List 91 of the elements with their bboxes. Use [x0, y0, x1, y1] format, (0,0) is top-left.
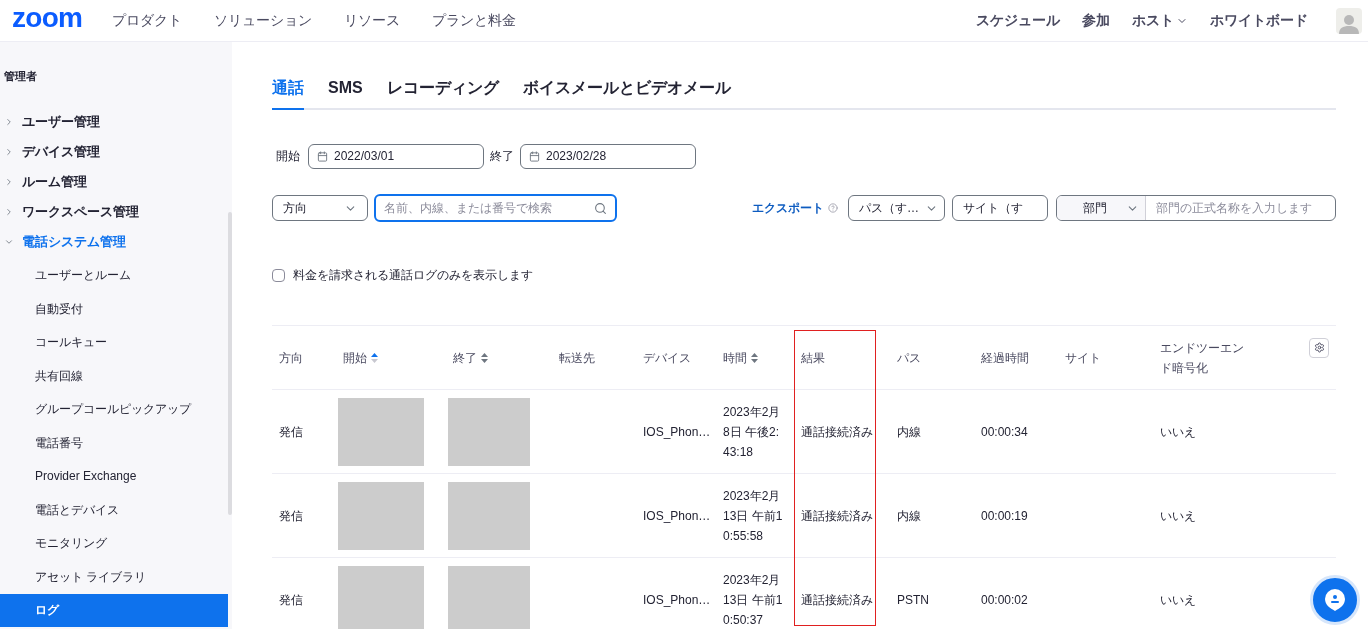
calendar-icon: [529, 150, 540, 162]
tab[interactable]: ボイスメールとビデオメール: [522, 76, 731, 110]
column-header: 経過時間: [980, 349, 1030, 367]
sidebar-title: 管理者: [3, 69, 38, 84]
chevron-icon: [4, 146, 14, 157]
chevron-icon: [4, 176, 14, 187]
column-header: デバイス: [642, 349, 692, 367]
table-cell-text: 2023年2月13日 午前10:50:37: [723, 571, 783, 629]
sidebar-subitem[interactable]: 電話とデバイス: [0, 493, 228, 527]
sidebar-subitem[interactable]: ユーザーとルーム: [0, 258, 228, 292]
tab[interactable]: SMS: [328, 76, 363, 110]
checkbox[interactable]: [272, 268, 285, 282]
settings-button[interactable]: [1309, 337, 1329, 358]
direction-select[interactable]: 方向: [272, 195, 368, 221]
sort-icon[interactable]: [751, 352, 758, 363]
help-icon: [828, 203, 838, 213]
chevron-icon: [4, 116, 14, 127]
column-header: 方向: [278, 349, 304, 367]
table-cell-text: 内線: [897, 423, 921, 441]
sidebar-subitem[interactable]: グループコールピックアップ: [0, 392, 228, 426]
table-cell-text: 通話接続済み: [801, 423, 873, 441]
nav-link[interactable]: リソース: [344, 10, 401, 31]
column-header: 転送先: [558, 349, 596, 367]
sidebar-subitem[interactable]: アセット ライブラリ: [0, 560, 228, 594]
nav-link[interactable]: ホスト: [1132, 10, 1188, 31]
sidebar-subitem[interactable]: ログ: [0, 593, 228, 627]
tab[interactable]: レコーディング: [386, 76, 499, 110]
site-select[interactable]: サイト（す: [952, 195, 1048, 221]
table-cell-text: 00:00:19: [981, 507, 1028, 525]
table-cell-text: いいえ: [1160, 507, 1196, 525]
table-cell-text: いいえ: [1160, 591, 1196, 609]
column-header: サイト: [1064, 349, 1102, 367]
table-cell-text: IOS_Phon…: [643, 591, 711, 609]
search-field[interactable]: 名前、内線、または番号で検索: [374, 194, 617, 222]
sidebar-subitem[interactable]: コールキュー: [0, 325, 228, 359]
settings-icon: [1313, 342, 1325, 353]
tab[interactable]: 通話: [272, 76, 304, 110]
start-label: 開始: [276, 148, 300, 165]
zoom-logo[interactable]: zoom: [12, 3, 83, 32]
sort-icon[interactable]: [371, 352, 378, 363]
nav-link[interactable]: ホワイトボード: [1210, 10, 1308, 31]
table-cell-text: 2023年2月8日 午後2:43:18: [723, 403, 782, 461]
sidebar-item[interactable]: ルーム管理: [0, 166, 232, 197]
path-select[interactable]: パス（す…: [848, 195, 945, 221]
sidebar-subitem[interactable]: 自動受付: [0, 292, 228, 326]
calendar-icon: [317, 150, 328, 162]
nav-link[interactable]: 参加: [1082, 10, 1110, 31]
sidebar-subitem[interactable]: Provider Exchange: [0, 459, 228, 493]
chat-icon: [1322, 587, 1348, 613]
column-header: パス: [896, 349, 922, 367]
chat-button[interactable]: [1310, 575, 1360, 625]
search-input[interactable]: 名前、内線、または番号で検索: [384, 199, 594, 217]
nav-link[interactable]: プランと料金: [432, 10, 517, 31]
column-header[interactable]: 開始: [336, 347, 446, 368]
nav-link[interactable]: ソリューション: [214, 10, 313, 31]
table-cell-text: 2023年2月13日 午前10:55:58: [723, 487, 783, 545]
sort-icon[interactable]: [481, 352, 488, 363]
table-cell-text: PSTN: [897, 591, 929, 609]
date-field[interactable]: 2023/02/28: [520, 143, 696, 169]
table-cell-text: 00:00:34: [981, 423, 1028, 441]
table-cell-text: 発信: [279, 507, 303, 525]
export-link[interactable]: エクスポート: [752, 199, 824, 217]
department-field[interactable]: 部門 部門の正式名称を入力します: [1056, 195, 1336, 221]
sidebar-item[interactable]: 電話システム管理: [0, 226, 232, 257]
table-cell-text: 内線: [897, 507, 921, 525]
table-cell-text: IOS_Phon…: [643, 507, 711, 525]
sidebar-item[interactable]: ユーザー管理: [0, 106, 232, 137]
column-header[interactable]: 終了: [446, 347, 552, 368]
sidebar-item[interactable]: デバイス管理: [0, 136, 232, 167]
table-cell-text: 発信: [279, 591, 303, 609]
department-select[interactable]: 部門: [1057, 196, 1146, 220]
search-icon: [594, 201, 607, 215]
column-header: エンドツーエンド暗号化: [1153, 337, 1336, 378]
checkbox-label: 料金を請求される通話ログのみを表示します: [293, 267, 533, 284]
chevron-icon: [4, 206, 14, 217]
sidebar-subitem[interactable]: 共有回線: [0, 359, 228, 393]
nav-link[interactable]: プロダクト: [112, 10, 183, 31]
table-cell-text: IOS_Phon…: [643, 423, 711, 441]
table-cell-text: 発信: [279, 423, 303, 441]
column-header: 結果: [800, 349, 826, 367]
sidebar-subitem[interactable]: 電話番号: [0, 426, 228, 460]
table-cell-text: 通話接続済み: [801, 591, 873, 609]
nav-link[interactable]: スケジュール: [976, 10, 1060, 31]
table-cell-text: 00:00:02: [981, 591, 1028, 609]
sidebar-subitem[interactable]: モニタリング: [0, 526, 228, 560]
column-header[interactable]: 時間: [716, 347, 794, 368]
date-field[interactable]: 2022/03/01: [308, 143, 484, 169]
end-label: 終了: [490, 148, 514, 165]
sidebar-item[interactable]: ワークスペース管理: [0, 196, 232, 227]
table-cell-text: いいえ: [1160, 423, 1196, 441]
table-cell-text: 通話接続済み: [801, 507, 873, 525]
